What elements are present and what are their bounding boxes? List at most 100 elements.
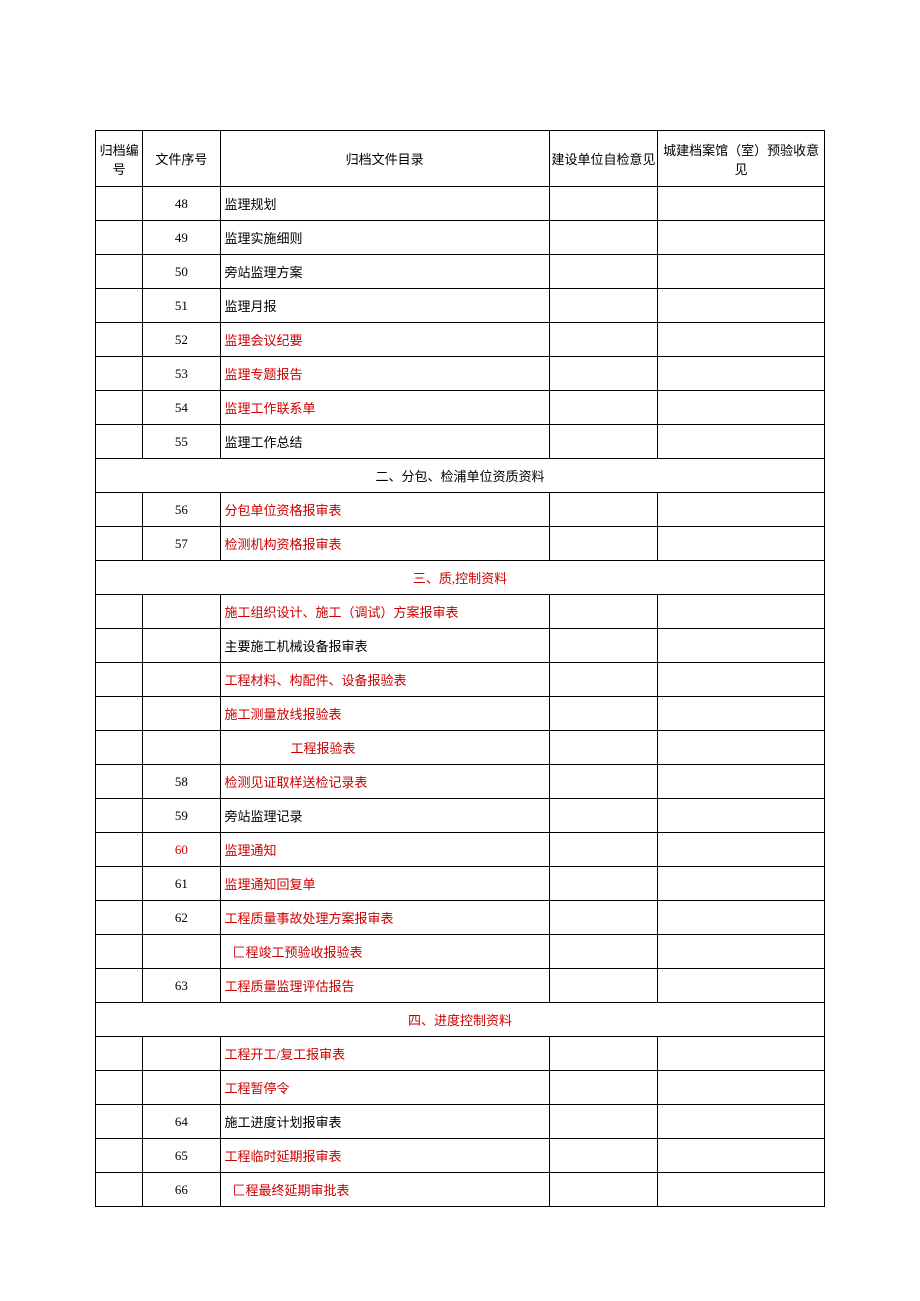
cell-file-seq: 50 [143, 255, 220, 289]
cell-file-title: 工程开工/复工报审表 [220, 1037, 549, 1071]
table-row: 60监理通知 [96, 833, 825, 867]
cell-pre-accept [658, 799, 825, 833]
section-row: 二、分包、检浦单位资质资料 [96, 459, 825, 493]
table-row: 57检测机构资格报审表 [96, 527, 825, 561]
section-title: 四、进度控制资料 [96, 1003, 825, 1037]
col-self-check: 建设单位自检意见 [549, 131, 657, 187]
cell-file-title: 监理专题报告 [220, 357, 549, 391]
cell-pre-accept [658, 1173, 825, 1207]
cell-file-seq: 66 [143, 1173, 220, 1207]
cell-self-check [549, 1173, 657, 1207]
cell-self-check [549, 323, 657, 357]
table-row: 61监理通知回复单 [96, 867, 825, 901]
cell-archive-no [96, 391, 143, 425]
cell-file-seq [143, 595, 220, 629]
cell-file-seq: 60 [143, 833, 220, 867]
cell-self-check [549, 221, 657, 255]
table-row: 51监理月报 [96, 289, 825, 323]
cell-file-title: 施工进度计划报审表 [220, 1105, 549, 1139]
cell-file-title: 工程质量事故处理方案报审表 [220, 901, 549, 935]
section-row: 三、质,控制资料 [96, 561, 825, 595]
cell-file-seq [143, 697, 220, 731]
cell-archive-no [96, 425, 143, 459]
cell-file-seq: 55 [143, 425, 220, 459]
table-row: 54监理工作联系单 [96, 391, 825, 425]
table-row: 施工组织设计、施工（调试）方案报审表 [96, 595, 825, 629]
table-row: 工程报验表 [96, 731, 825, 765]
cell-file-seq: 52 [143, 323, 220, 357]
cell-self-check [549, 901, 657, 935]
cell-self-check [549, 391, 657, 425]
cell-archive-no [96, 901, 143, 935]
cell-self-check [549, 255, 657, 289]
cell-file-seq: 65 [143, 1139, 220, 1173]
cell-file-seq: 53 [143, 357, 220, 391]
cell-file-seq [143, 1037, 220, 1071]
cell-file-seq [143, 935, 220, 969]
table-row: 49监理实施细则 [96, 221, 825, 255]
cell-file-seq: 57 [143, 527, 220, 561]
cell-file-seq: 54 [143, 391, 220, 425]
cell-self-check [549, 799, 657, 833]
table-row: 52监理会议纪要 [96, 323, 825, 357]
table-row: 工程开工/复工报审表 [96, 1037, 825, 1071]
cell-archive-no [96, 255, 143, 289]
cell-pre-accept [658, 901, 825, 935]
table-row: 63工程质量监理评估报告 [96, 969, 825, 1003]
table-header-row: 归档编号 文件序号 归档文件目录 建设单位自检意见 城建档案馆（室）预验收意见 [96, 131, 825, 187]
cell-archive-no [96, 663, 143, 697]
table-row: 58检测见证取样送检记录表 [96, 765, 825, 799]
cell-file-seq: 64 [143, 1105, 220, 1139]
table-row: 59旁站监理记录 [96, 799, 825, 833]
cell-pre-accept [658, 357, 825, 391]
cell-file-seq [143, 629, 220, 663]
cell-file-title: 监理规划 [220, 187, 549, 221]
cell-pre-accept [658, 1139, 825, 1173]
cell-self-check [549, 935, 657, 969]
cell-file-title: 施工组织设计、施工（调试）方案报审表 [220, 595, 549, 629]
cell-self-check [549, 187, 657, 221]
cell-archive-no [96, 187, 143, 221]
cell-file-seq: 61 [143, 867, 220, 901]
cell-self-check [549, 1139, 657, 1173]
cell-file-seq [143, 1071, 220, 1105]
cell-file-title: 旁站监理方案 [220, 255, 549, 289]
cell-archive-no [96, 629, 143, 663]
cell-pre-accept [658, 425, 825, 459]
cell-pre-accept [658, 1105, 825, 1139]
cell-self-check [549, 969, 657, 1003]
cell-self-check [549, 697, 657, 731]
cell-file-seq: 59 [143, 799, 220, 833]
cell-archive-no [96, 595, 143, 629]
cell-file-seq [143, 731, 220, 765]
cell-file-seq: 56 [143, 493, 220, 527]
cell-pre-accept [658, 935, 825, 969]
cell-file-seq: 51 [143, 289, 220, 323]
cell-pre-accept [658, 765, 825, 799]
cell-archive-no [96, 935, 143, 969]
cell-file-title: 监理通知回复单 [220, 867, 549, 901]
cell-self-check [549, 867, 657, 901]
cell-file-title: 施工测量放线报验表 [220, 697, 549, 731]
cell-self-check [549, 527, 657, 561]
table-row: 55监理工作总结 [96, 425, 825, 459]
cell-archive-no [96, 969, 143, 1003]
table-row: 64施工进度计划报审表 [96, 1105, 825, 1139]
table-row: 主要施工机械设备报审表 [96, 629, 825, 663]
cell-archive-no [96, 527, 143, 561]
cell-self-check [549, 595, 657, 629]
col-file-seq: 文件序号 [143, 131, 220, 187]
section-row: 四、进度控制资料 [96, 1003, 825, 1037]
cell-file-seq: 62 [143, 901, 220, 935]
section-title: 二、分包、检浦单位资质资料 [96, 459, 825, 493]
cell-self-check [549, 833, 657, 867]
cell-file-title: 监理通知 [220, 833, 549, 867]
table-row: 53监理专题报告 [96, 357, 825, 391]
cell-file-seq: 63 [143, 969, 220, 1003]
cell-pre-accept [658, 255, 825, 289]
cell-file-title: 监理工作总结 [220, 425, 549, 459]
cell-pre-accept [658, 527, 825, 561]
section-title: 三、质,控制资料 [96, 561, 825, 595]
cell-archive-no [96, 323, 143, 357]
cell-pre-accept [658, 1037, 825, 1071]
